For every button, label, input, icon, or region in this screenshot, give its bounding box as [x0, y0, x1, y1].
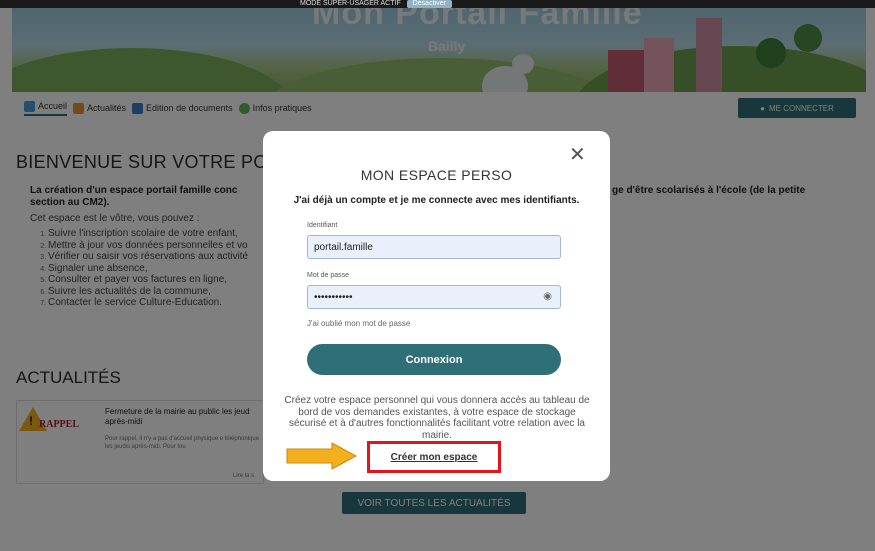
password-value: ••••••••••• [314, 291, 353, 303]
connect-button[interactable]: Connexion [307, 344, 561, 375]
create-description: Créez votre espace personnel qui vous do… [284, 395, 590, 441]
create-account-highlight: Créer mon espace [367, 441, 501, 473]
username-value: portail.famille [314, 241, 373, 253]
close-icon[interactable]: ✕ [569, 145, 586, 165]
deactivate-button[interactable]: Désactiver [406, 0, 452, 8]
arrow-icon [286, 442, 358, 470]
superuser-status: MODE SUPER-USAGER ACTIF [300, 0, 401, 7]
password-label: Mot de passe [307, 272, 350, 279]
modal-title: MON ESPACE PERSO [360, 167, 513, 183]
superuser-bar: MODE SUPER-USAGER ACTIF Désactiver [0, 0, 875, 8]
modal-subtitle: J'ai déjà un compte et je me connecte av… [293, 195, 580, 206]
forgot-password-link[interactable]: J'ai oublié mon mot de passe [307, 319, 410, 328]
eye-icon[interactable]: ◉ [543, 291, 552, 302]
username-label: Identifiant [307, 222, 338, 229]
login-modal: ✕ MON ESPACE PERSO J'ai déjà un compte e… [263, 131, 610, 481]
password-input[interactable]: ••••••••••• ◉ [307, 285, 561, 309]
username-input[interactable]: portail.famille [307, 235, 561, 259]
create-account-link[interactable]: Créer mon espace [391, 452, 478, 463]
